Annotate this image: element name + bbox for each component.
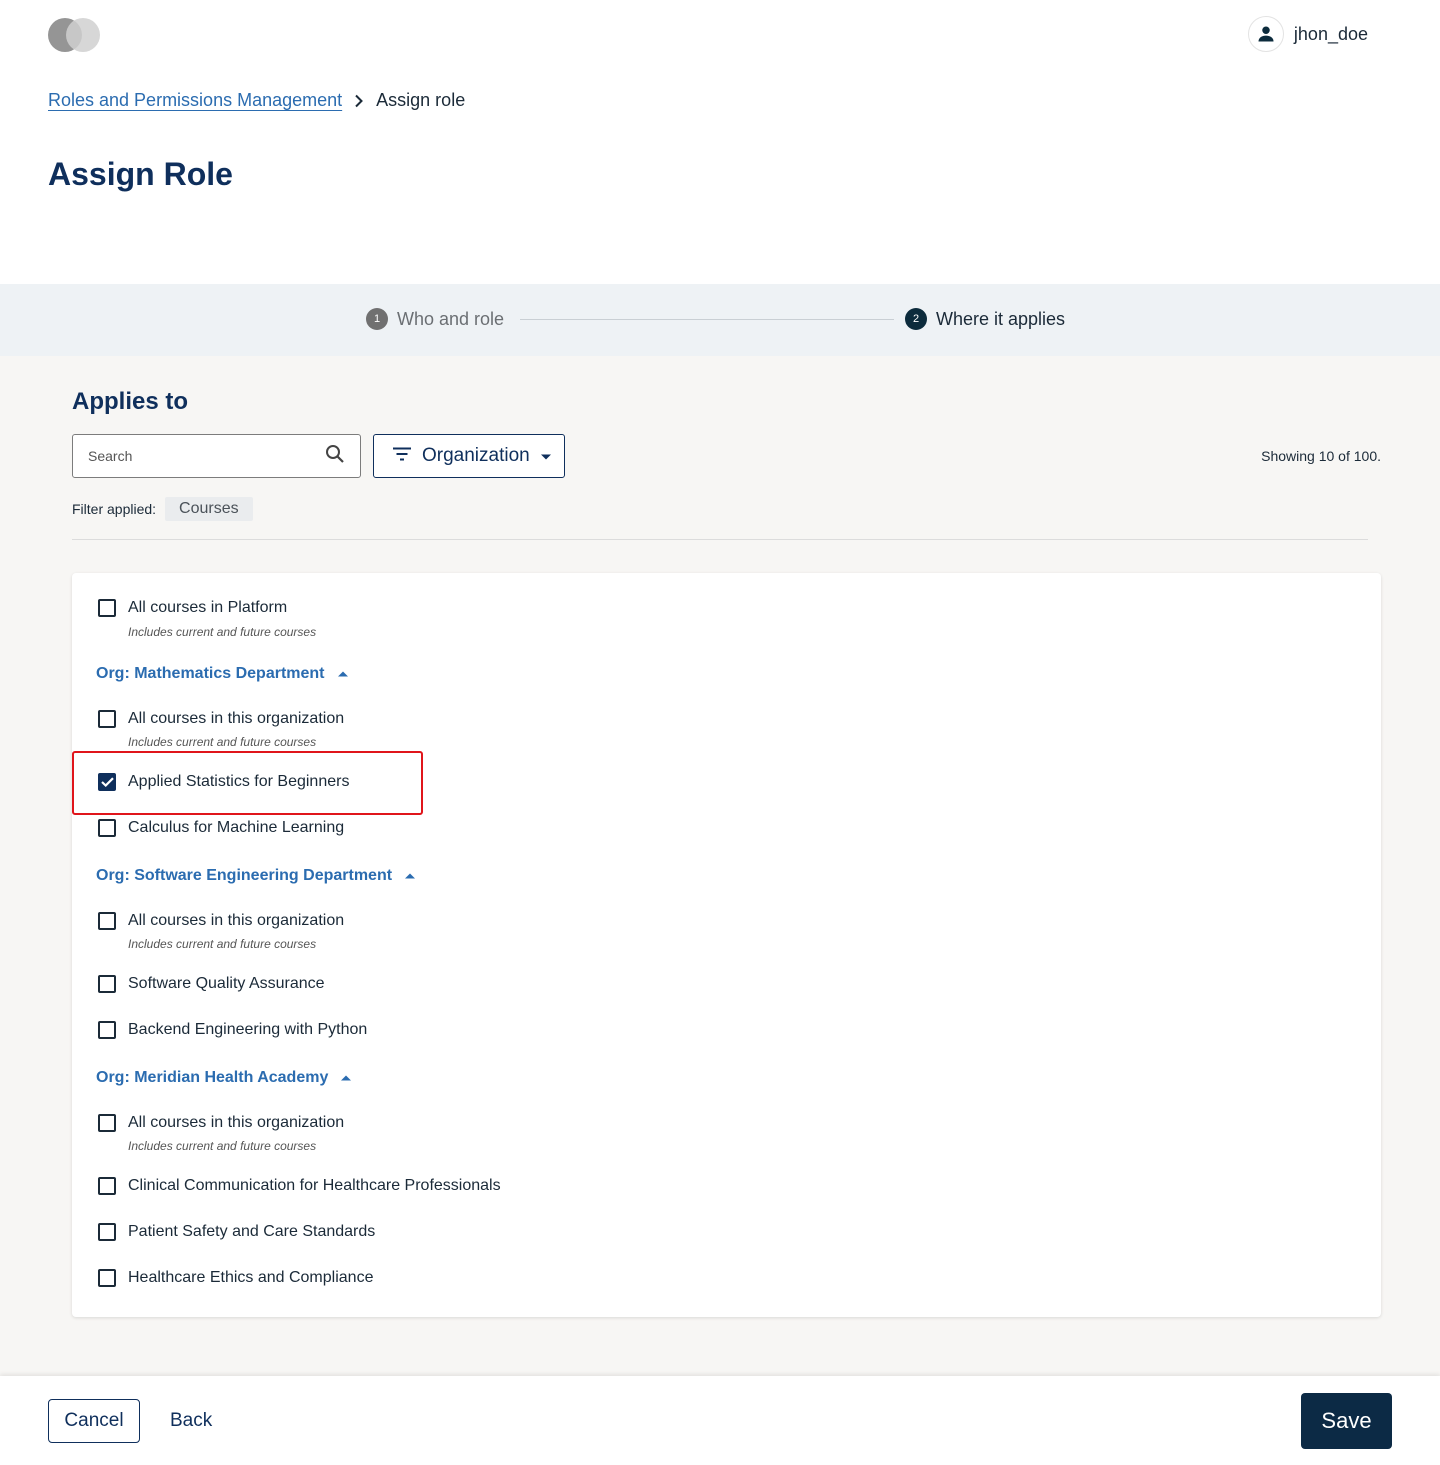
- list-item-label: All courses in this organization: [128, 1114, 345, 1131]
- breadcrumb-current: Assign role: [376, 90, 466, 110]
- step-label: Who and role: [397, 308, 505, 329]
- list-item-all-org-meridian-health[interactable]: All courses in this organization: [98, 1114, 344, 1132]
- list-item-all-platform[interactable]: All courses in Platform: [98, 599, 287, 617]
- save-button[interactable]: Save: [1301, 1393, 1392, 1449]
- app-logo[interactable]: [48, 18, 102, 52]
- chevron-right-icon: [354, 94, 364, 108]
- main-content: Applies to Organization Showing 10 of 10…: [0, 356, 1440, 1376]
- caret-down-icon: [540, 445, 552, 467]
- filter-icon: [392, 445, 412, 467]
- filter-applied-label: Filter applied:: [72, 501, 157, 517]
- step-label: Where it applies: [936, 308, 1066, 329]
- search-icon[interactable]: [325, 444, 345, 469]
- stepper: 1 Who and role 2 Where it applies: [0, 284, 1440, 356]
- checkbox[interactable]: [98, 1021, 116, 1039]
- list-item-course[interactable]: Healthcare Ethics and Compliance: [98, 1269, 373, 1287]
- org-group-header-software-engineering[interactable]: Org: Software Engineering Department: [96, 867, 416, 885]
- list-item-label: Backend Engineering with Python: [128, 1021, 368, 1038]
- caret-up-icon: [337, 665, 349, 683]
- breadcrumb: Roles and Permissions Management Assign …: [48, 90, 465, 111]
- list-item-all-org-software-engineering[interactable]: All courses in this organization: [98, 912, 344, 930]
- filter-chip-courses[interactable]: Courses: [165, 497, 253, 521]
- list-item-course[interactable]: Software Quality Assurance: [98, 975, 325, 993]
- org-name: Org: Mathematics Department: [96, 665, 325, 682]
- logo-circle-right: [66, 18, 100, 52]
- list-item-course[interactable]: Backend Engineering with Python: [98, 1021, 367, 1039]
- list-item-subtext: Includes current and future courses: [128, 735, 317, 749]
- list-item-subtext: Includes current and future courses: [128, 937, 317, 951]
- results-count: Showing 10 of 100.: [1261, 448, 1381, 464]
- footer-action-bar: Cancel Back Save: [0, 1376, 1440, 1465]
- checkbox[interactable]: [98, 1177, 116, 1195]
- list-item-label: Software Quality Assurance: [128, 975, 325, 992]
- section-title: Applies to: [72, 388, 189, 415]
- list-item-label: Patient Safety and Care Standards: [128, 1223, 376, 1240]
- list-item-label: Calculus for Machine Learning: [128, 819, 345, 836]
- search-box: [72, 434, 361, 478]
- checkbox[interactable]: [98, 975, 116, 993]
- step-number: 1: [366, 308, 388, 330]
- checkbox[interactable]: [98, 599, 116, 617]
- org-name: Org: Software Engineering Department: [96, 867, 393, 884]
- caret-up-icon: [404, 867, 416, 885]
- org-name: Org: Meridian Health Academy: [96, 1069, 329, 1086]
- org-group-header-mathematics[interactable]: Org: Mathematics Department: [96, 665, 349, 683]
- caret-up-icon: [340, 1069, 352, 1087]
- checkbox-checked[interactable]: [98, 773, 116, 791]
- step-who-and-role[interactable]: 1 Who and role: [366, 308, 504, 330]
- scope-list-card: All courses in Platform Includes current…: [72, 573, 1381, 1317]
- step-where-it-applies[interactable]: 2 Where it applies: [905, 308, 1065, 330]
- list-item-course[interactable]: Clinical Communication for Healthcare Pr…: [98, 1177, 501, 1195]
- username: jhon_doe: [1293, 23, 1368, 44]
- checkbox[interactable]: [98, 1114, 116, 1132]
- list-item-label: All courses in this organization: [128, 710, 345, 727]
- list-item-subtext: Includes current and future courses: [128, 1139, 317, 1153]
- cancel-button[interactable]: Cancel: [48, 1399, 140, 1443]
- organization-filter-label: Organization: [422, 445, 530, 466]
- list-item-course[interactable]: Patient Safety and Care Standards: [98, 1223, 375, 1241]
- list-item-course[interactable]: Applied Statistics for Beginners: [98, 773, 349, 791]
- filter-applied: Filter applied: Courses: [72, 497, 253, 521]
- checkbox[interactable]: [98, 1223, 116, 1241]
- org-group-header-meridian-health[interactable]: Org: Meridian Health Academy: [96, 1069, 352, 1087]
- list-item-all-org-mathematics[interactable]: All courses in this organization: [98, 710, 344, 728]
- list-item-label: All courses in this organization: [128, 912, 345, 929]
- checkbox[interactable]: [98, 819, 116, 837]
- breadcrumb-link-roles[interactable]: Roles and Permissions Management: [48, 90, 342, 111]
- checkbox[interactable]: [98, 710, 116, 728]
- step-number: 2: [905, 308, 927, 330]
- user-avatar-icon: [1247, 16, 1284, 52]
- page-title: Assign Role: [48, 156, 233, 192]
- list-item-course[interactable]: Calculus for Machine Learning: [98, 819, 344, 837]
- search-input[interactable]: [88, 448, 298, 464]
- checkmark-icon: [100, 777, 114, 787]
- divider: [72, 539, 1368, 540]
- checkbox[interactable]: [98, 1269, 116, 1287]
- list-item-label: All courses in Platform: [128, 599, 288, 616]
- organization-filter-button[interactable]: Organization: [373, 434, 565, 478]
- checkbox[interactable]: [98, 912, 116, 930]
- list-item-label: Applied Statistics for Beginners: [128, 773, 350, 790]
- list-item-label: Healthcare Ethics and Compliance: [128, 1269, 374, 1286]
- back-button[interactable]: Back: [160, 1399, 222, 1443]
- list-item-subtext: Includes current and future courses: [128, 625, 317, 639]
- user-menu[interactable]: jhon_doe: [1247, 16, 1368, 52]
- step-connector: [520, 319, 894, 320]
- list-item-label: Clinical Communication for Healthcare Pr…: [128, 1177, 501, 1194]
